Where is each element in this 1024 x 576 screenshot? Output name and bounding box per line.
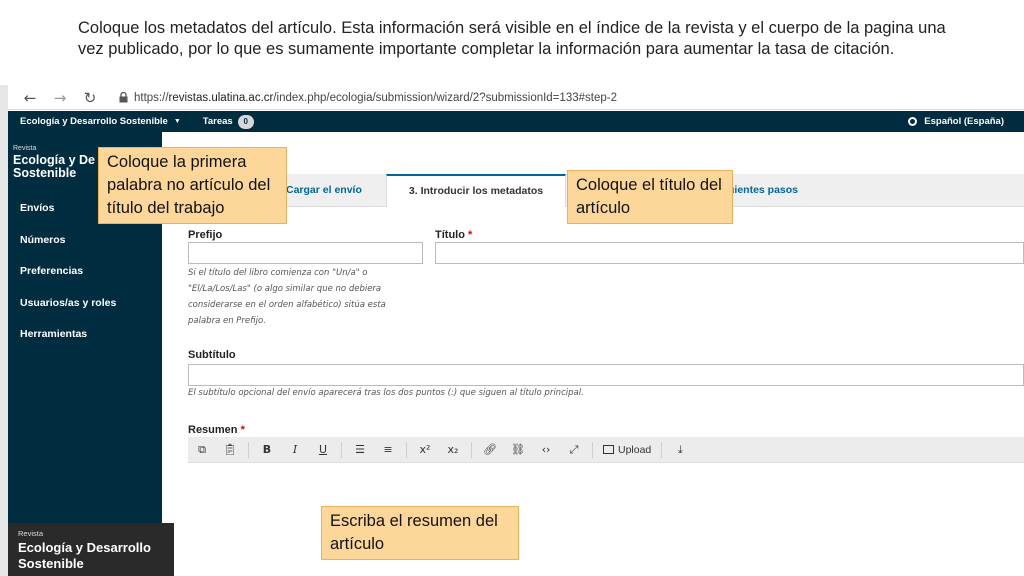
sidebar-item-usuarios[interactable]: Usuarios/as y roles <box>20 297 116 329</box>
url-host: revistas.ulatina.ac.cr <box>168 91 274 104</box>
url-prefix: https:// <box>134 91 169 104</box>
tasks-label: Tareas <box>202 116 233 127</box>
abstract-label-text: Resumen <box>188 424 238 436</box>
app-header: Ecología y Desarrollo Sostenible ▼ Tarea… <box>8 111 1024 132</box>
tab-upload[interactable]: Cargar el envío <box>286 174 362 207</box>
callout-abstract-note: Escriba el resumen del artículo <box>321 506 519 560</box>
sidebar-brand-small: Revista <box>13 145 37 152</box>
url-path: /index.php/ecologia/submission/wizard/2?… <box>273 91 617 104</box>
fullscreen-icon[interactable]: ⤢ <box>560 437 588 463</box>
code-icon[interactable]: ‹› <box>532 437 560 463</box>
title-label: Título * <box>435 229 472 241</box>
footer-brand-title: Ecología y Desarrollo Sostenible <box>18 540 151 572</box>
copy-icon[interactable]: ⧉ <box>188 437 216 463</box>
paste-icon[interactable]: 📋︎ <box>216 437 244 463</box>
sidebar-item-herramientas[interactable]: Herramientas <box>20 328 116 360</box>
prefix-help-line: considerarse en el orden alfabético) sit… <box>188 300 386 310</box>
subtitle-label: Subtítulo <box>188 349 236 361</box>
unlink-icon[interactable]: ⛓︎ <box>504 437 532 463</box>
toolbar-divider <box>592 441 593 458</box>
callout-title-note: Coloque el título del artículo <box>567 170 733 224</box>
prefix-help-line: Si el título del libro comienza con "Un/… <box>188 268 368 278</box>
abstract-label: Resumen * <box>188 424 245 436</box>
subtitle-input[interactable] <box>188 364 1024 386</box>
subscript-icon[interactable]: x₂ <box>439 437 467 463</box>
required-marker: * <box>468 229 473 241</box>
bullet-list-icon[interactable]: ☰ <box>346 437 374 463</box>
caret-down-icon[interactable]: ▼ <box>174 118 181 125</box>
toolbar-divider <box>471 441 472 458</box>
prefix-input[interactable] <box>188 242 423 264</box>
prefix-help-line: "El/La/Los/Las" (o algo similar que no d… <box>188 284 382 294</box>
superscript-icon[interactable]: x² <box>411 437 439 463</box>
back-arrow-icon[interactable]: ← <box>18 86 42 110</box>
footer-brand-line1: Ecología y Desarrollo <box>18 540 151 555</box>
browser-address-bar: ← → ↻ https://revistas.ulatina.ac.cr/ind… <box>8 86 1024 110</box>
toolbar-divider <box>406 441 407 458</box>
link-icon[interactable]: 🔗︎ <box>476 437 504 463</box>
bold-icon[interactable]: B <box>253 437 281 463</box>
prefix-help-line: palabra en Prefijo. <box>188 316 266 326</box>
toolbar-divider <box>248 441 249 458</box>
url-field[interactable]: https://revistas.ulatina.ac.cr/index.php… <box>134 92 617 104</box>
title-input[interactable] <box>435 242 1024 264</box>
image-icon <box>603 445 614 454</box>
forward-arrow-icon[interactable]: → <box>48 86 72 110</box>
tasks-menu[interactable]: Tareas 0 <box>202 114 254 129</box>
footer-brand-line2: Sostenible <box>18 556 84 571</box>
language-selector[interactable]: Español (España) <box>908 116 1004 127</box>
italic-icon[interactable]: I <box>281 437 309 463</box>
toolbar-divider <box>341 441 342 458</box>
callout-prefix-note: Coloque la primera palabra no artículo d… <box>98 147 287 224</box>
footer-brand-small: Revista <box>18 529 44 538</box>
metadata-form: Prefijo Si el título del libro comienza … <box>162 207 1024 576</box>
numbered-list-icon[interactable]: ≡ <box>374 437 402 463</box>
tab-next-steps[interactable]: uientes pasos <box>728 174 798 207</box>
title-label-text: Título <box>435 229 465 241</box>
underline-icon[interactable]: U <box>309 437 337 463</box>
reload-icon[interactable]: ↻ <box>78 86 102 110</box>
slide-left-border <box>0 85 8 576</box>
download-icon[interactable]: ⤓ <box>666 437 694 463</box>
footer-brand-logo: Revista Ecología y Desarrollo Sostenible <box>8 523 174 576</box>
sidebar-item-preferencias[interactable]: Preferencias <box>20 265 116 297</box>
globe-icon <box>908 117 918 126</box>
context-switcher[interactable]: Ecología y Desarrollo Sostenible <box>20 116 168 127</box>
upload-label: Upload <box>618 443 652 456</box>
abstract-editor-toolbar: ⧉ 📋︎ B I U ☰ ≡ x² x₂ 🔗︎ ⛓︎ ‹› ⤢ Upload ⤓ <box>188 437 1024 463</box>
slide-instructions: Coloque los metadatos del artículo. Esta… <box>78 19 946 58</box>
sidebar-nav: Envíos Números Preferencias Usuarios/as … <box>20 202 116 360</box>
upload-image-button[interactable]: Upload <box>597 437 657 463</box>
prefix-help: Si el título del libro comienza con "Un/… <box>188 265 428 329</box>
required-marker: * <box>240 424 245 436</box>
language-label: Español (España) <box>924 116 1004 127</box>
toolbar-divider <box>661 441 663 458</box>
sidebar-item-numeros[interactable]: Números <box>20 234 116 266</box>
subtitle-help: El subtítulo opcional del envío aparecer… <box>188 388 584 398</box>
prefix-label: Prefijo <box>188 229 223 241</box>
lock-icon[interactable] <box>116 91 130 105</box>
main-header: ulo <box>162 132 1024 174</box>
tasks-count-badge: 0 <box>237 114 254 129</box>
tab-metadata[interactable]: 3. Introducir los metadatos <box>386 174 566 208</box>
